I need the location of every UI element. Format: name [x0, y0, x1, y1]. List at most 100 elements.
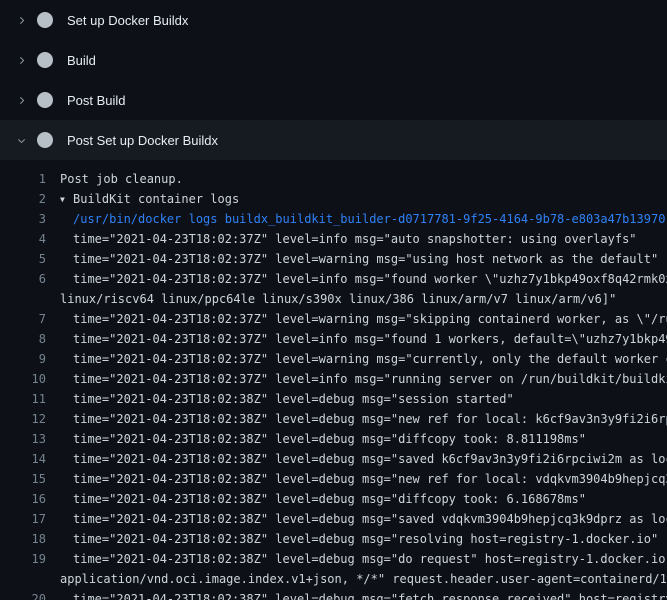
step-header-3[interactable]: Post Set up Docker Buildx: [0, 120, 667, 160]
chevron-icon[interactable]: [14, 132, 28, 148]
log-message: BuildKit container logs: [73, 192, 239, 206]
log-message: time="2021-04-23T18:02:38Z" level=debug …: [73, 552, 667, 566]
log-line-number[interactable]: 7: [0, 309, 46, 329]
log-line: 7 ▼time="2021-04-23T18:02:37Z" level=war…: [0, 309, 667, 329]
step-title: Build: [67, 53, 96, 68]
log-line-text: ▼time="2021-04-23T18:02:37Z" level=info …: [60, 229, 667, 249]
log-line-number[interactable]: 15: [0, 469, 46, 489]
log-message: time="2021-04-23T18:02:38Z" level=debug …: [73, 512, 667, 526]
log-line-text: ▼time="2021-04-23T18:02:37Z" level=warni…: [60, 249, 667, 269]
log-message: time="2021-04-23T18:02:37Z" level=info m…: [73, 272, 667, 286]
log-line: 8 ▼time="2021-04-23T18:02:37Z" level=inf…: [0, 329, 667, 349]
log-line-number[interactable]: 14: [0, 449, 46, 469]
chevron-icon[interactable]: [14, 52, 28, 68]
log-line-text: ▼application/vnd.oci.image.index.v1+json…: [60, 569, 667, 589]
log-line-number[interactable]: 8: [0, 329, 46, 349]
log-message: time="2021-04-23T18:02:38Z" level=debug …: [73, 432, 586, 446]
step-title: Set up Docker Buildx: [67, 13, 188, 28]
log-line-text: ▼time="2021-04-23T18:02:38Z" level=debug…: [60, 429, 667, 449]
log-message: time="2021-04-23T18:02:38Z" level=debug …: [73, 592, 667, 600]
chevron-icon[interactable]: [14, 92, 28, 108]
log-message: time="2021-04-23T18:02:38Z" level=debug …: [73, 532, 658, 546]
log-line-number[interactable]: 3: [0, 209, 46, 229]
log-line-number[interactable]: [0, 289, 46, 309]
log-line-text: ▼BuildKit container logs: [60, 189, 667, 209]
log-line-text: ▼time="2021-04-23T18:02:38Z" level=debug…: [60, 529, 667, 549]
log-line-text: ▼/usr/bin/docker logs buildx_buildkit_bu…: [60, 209, 667, 229]
log-line-text: ▼time="2021-04-23T18:02:37Z" level=info …: [60, 269, 667, 289]
log-line-text: ▼time="2021-04-23T18:02:37Z" level=info …: [60, 369, 667, 389]
log-line: 14 ▼time="2021-04-23T18:02:38Z" level=de…: [0, 449, 667, 469]
log-line-number[interactable]: 4: [0, 229, 46, 249]
log-area: 1 ▼Post job cleanup. 2 ▼BuildKit contain…: [0, 160, 667, 600]
log-message: application/vnd.oci.image.index.v1+json,…: [60, 572, 667, 586]
log-line-number[interactable]: 19: [0, 549, 46, 569]
log-message: time="2021-04-23T18:02:37Z" level=info m…: [73, 332, 667, 346]
log-line-text: ▼time="2021-04-23T18:02:37Z" level=info …: [60, 329, 667, 349]
log-message: time="2021-04-23T18:02:38Z" level=debug …: [73, 392, 514, 406]
log-message: time="2021-04-23T18:02:38Z" level=debug …: [73, 472, 667, 486]
log-line-text: ▼time="2021-04-23T18:02:38Z" level=debug…: [60, 389, 667, 409]
step-title: Post Build: [67, 93, 126, 108]
log-line-text: ▼linux/riscv64 linux/ppc64le linux/s390x…: [60, 289, 667, 309]
group-toggle-icon[interactable]: ▼: [60, 190, 73, 209]
log-line-number[interactable]: 9: [0, 349, 46, 369]
log-line-number[interactable]: 10: [0, 369, 46, 389]
log-line: 9 ▼time="2021-04-23T18:02:37Z" level=war…: [0, 349, 667, 369]
log-line-text: ▼time="2021-04-23T18:02:37Z" level=warni…: [60, 349, 667, 369]
step-title: Post Set up Docker Buildx: [67, 133, 218, 148]
check-circle-icon: [37, 132, 53, 148]
log-line: 18 ▼time="2021-04-23T18:02:38Z" level=de…: [0, 529, 667, 549]
log-line-text: ▼time="2021-04-23T18:02:38Z" level=debug…: [60, 469, 667, 489]
log-line: 16 ▼time="2021-04-23T18:02:38Z" level=de…: [0, 489, 667, 509]
check-circle-icon: [37, 92, 53, 108]
step-header-0[interactable]: Set up Docker Buildx: [0, 0, 667, 40]
log-line-number[interactable]: 18: [0, 529, 46, 549]
step-header-1[interactable]: Build: [0, 40, 667, 80]
log-line: 13 ▼time="2021-04-23T18:02:38Z" level=de…: [0, 429, 667, 449]
log-line-text: ▼time="2021-04-23T18:02:38Z" level=debug…: [60, 409, 667, 429]
log-line: 5 ▼time="2021-04-23T18:02:37Z" level=war…: [0, 249, 667, 269]
log-line: 20 ▼time="2021-04-23T18:02:38Z" level=de…: [0, 589, 667, 600]
log-line: 19 ▼time="2021-04-23T18:02:38Z" level=de…: [0, 549, 667, 569]
log-line-number[interactable]: 1: [0, 169, 46, 189]
log-line: 15 ▼time="2021-04-23T18:02:38Z" level=de…: [0, 469, 667, 489]
log-line-text: ▼time="2021-04-23T18:02:37Z" level=warni…: [60, 309, 667, 329]
log-line: 10 ▼time="2021-04-23T18:02:37Z" level=in…: [0, 369, 667, 389]
log-line-text: ▼time="2021-04-23T18:02:38Z" level=debug…: [60, 549, 667, 569]
log-message: time="2021-04-23T18:02:38Z" level=debug …: [73, 412, 667, 426]
log-line-number[interactable]: [0, 569, 46, 589]
log-message: Post job cleanup.: [60, 172, 183, 186]
actions-log-viewer: Set up Docker Buildx Build Post Build: [0, 0, 667, 600]
step-header-2[interactable]: Post Build: [0, 80, 667, 120]
log-line: 12 ▼time="2021-04-23T18:02:38Z" level=de…: [0, 409, 667, 429]
log-line-number[interactable]: 16: [0, 489, 46, 509]
log-message: time="2021-04-23T18:02:37Z" level=warnin…: [73, 312, 667, 326]
log-line-text: ▼time="2021-04-23T18:02:38Z" level=debug…: [60, 589, 667, 600]
log-line-number[interactable]: 12: [0, 409, 46, 429]
log-line-text: ▼time="2021-04-23T18:02:38Z" level=debug…: [60, 449, 667, 469]
log-line: 4 ▼time="2021-04-23T18:02:37Z" level=inf…: [0, 229, 667, 249]
log-line: ▼linux/riscv64 linux/ppc64le linux/s390x…: [0, 289, 667, 309]
log-line: 1 ▼Post job cleanup.: [0, 169, 667, 189]
log-line-number[interactable]: 13: [0, 429, 46, 449]
log-message: time="2021-04-23T18:02:37Z" level=info m…: [73, 372, 667, 386]
log-line: 6 ▼time="2021-04-23T18:02:37Z" level=inf…: [0, 269, 667, 289]
log-line-number[interactable]: 17: [0, 509, 46, 529]
log-line: 3 ▼/usr/bin/docker logs buildx_buildkit_…: [0, 209, 667, 229]
check-circle-icon: [37, 12, 53, 28]
log-line-number[interactable]: 5: [0, 249, 46, 269]
log-line-text: ▼time="2021-04-23T18:02:38Z" level=debug…: [60, 489, 667, 509]
log-line-number[interactable]: 2: [0, 189, 46, 209]
chevron-icon[interactable]: [14, 12, 28, 28]
log-message: time="2021-04-23T18:02:38Z" level=debug …: [73, 492, 586, 506]
log-line-number[interactable]: 6: [0, 269, 46, 289]
log-line-number[interactable]: 20: [0, 589, 46, 600]
log-line-text: ▼time="2021-04-23T18:02:38Z" level=debug…: [60, 509, 667, 529]
step-list: Set up Docker Buildx Build Post Build: [0, 0, 667, 160]
log-message: time="2021-04-23T18:02:38Z" level=debug …: [73, 452, 667, 466]
log-message: time="2021-04-23T18:02:37Z" level=info m…: [73, 232, 637, 246]
log-message: linux/riscv64 linux/ppc64le linux/s390x …: [60, 292, 616, 306]
log-line-number[interactable]: 11: [0, 389, 46, 409]
log-message: /usr/bin/docker logs buildx_buildkit_bui…: [73, 212, 665, 226]
